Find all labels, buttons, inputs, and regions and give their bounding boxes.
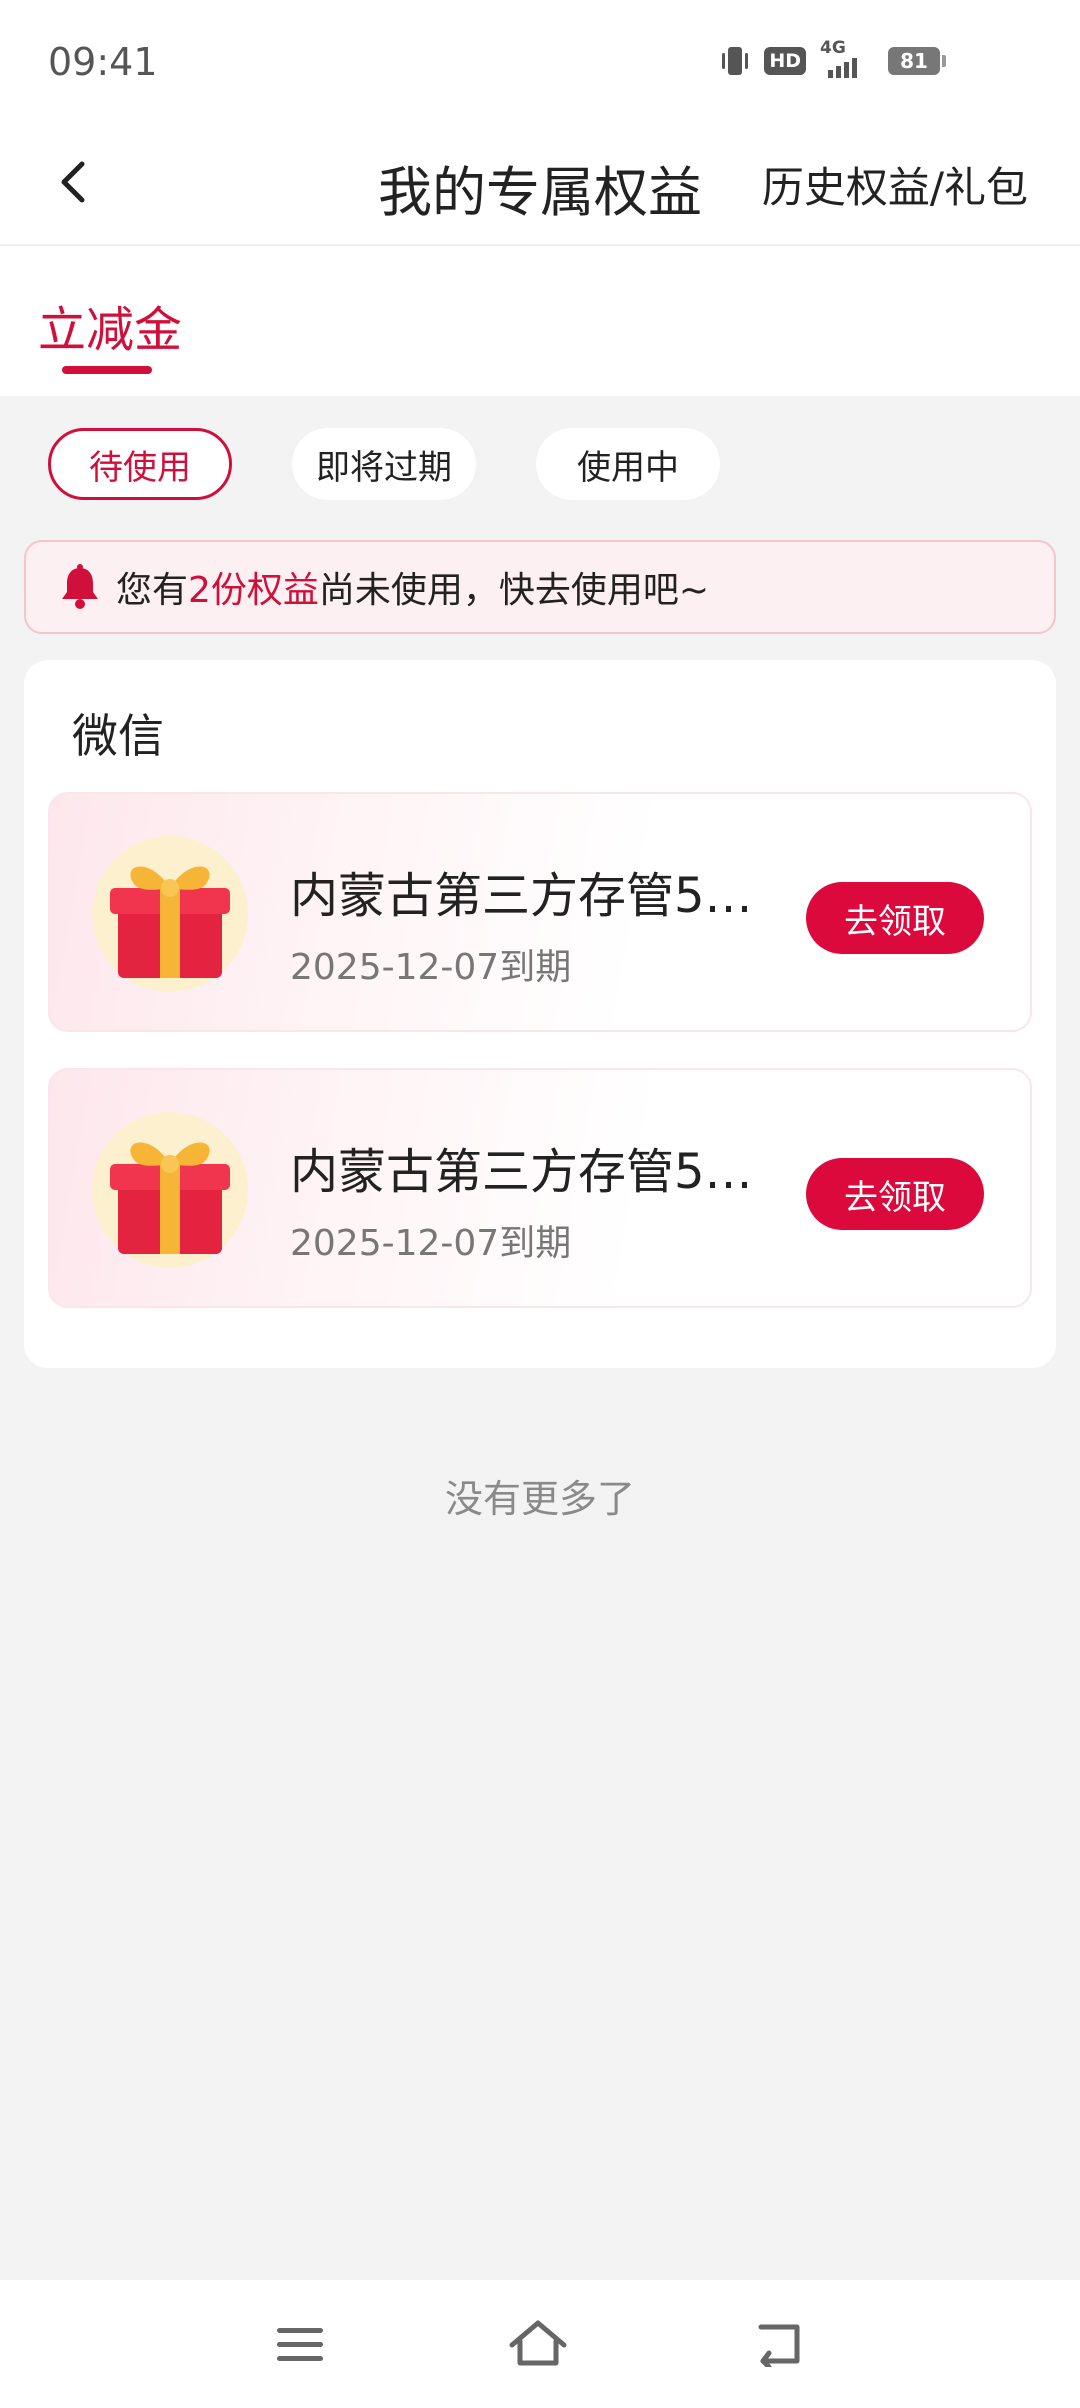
gift-icon [90,834,250,994]
filter-expiring-soon[interactable]: 即将过期 [292,428,476,500]
hd-badge: HD [764,47,806,75]
tabs-bar: 立减金 [0,246,1080,396]
reward-expiry: 2025-12-07到期 [290,947,572,988]
section-title: 微信 [72,709,164,763]
notice-banner: 您有 2份权益 尚未使用，快去使用吧~ [24,540,1056,634]
history-benefits-link[interactable]: 历史权益/礼包 [762,154,1028,215]
status-icons: HD 4G 81 [720,38,946,78]
bell-icon [62,564,98,609]
header: 我的专属权益 历史权益/礼包 [0,120,1080,246]
no-more-text: 没有更多了 [444,1477,635,1521]
status-bar: 09:41 HD 4G 81 [0,0,1080,120]
claim-button[interactable]: 去领取 [806,882,984,954]
notice-count: 2份权益 [188,570,319,611]
status-time: 09:41 [48,40,158,84]
network-type: 4G [820,38,846,58]
benefits-card: 微信 内蒙古第三方存管5… 2025-12-07到期 去领取 内蒙古第三方存管5… [24,660,1056,1368]
tab-indicator [62,366,152,374]
signal-icon: 4G [820,38,874,78]
list-item: 内蒙古第三方存管5… 2025-12-07到期 去领取 [48,1068,1032,1308]
return-icon [758,2324,800,2367]
home-icon [509,2320,567,2366]
notice-prefix: 您有 [116,570,189,611]
nav-back-button[interactable] [750,2314,810,2374]
filter-to-use[interactable]: 待使用 [48,428,232,500]
filter-in-use[interactable]: 使用中 [536,428,720,500]
reward-name: 内蒙古第三方存管5… [290,1144,753,1200]
reward-name: 内蒙古第三方存管5… [290,868,753,924]
tab-discount-credit[interactable]: 立减金 [38,290,182,360]
list-item: 内蒙古第三方存管5… 2025-12-07到期 去领取 [48,792,1032,1032]
reward-expiry: 2025-12-07到期 [290,1223,572,1264]
home-button[interactable] [508,2314,568,2374]
menu-button[interactable] [270,2314,330,2374]
claim-button[interactable]: 去领取 [806,1158,984,1230]
battery-icon: 81 [888,47,946,75]
menu-icon [277,2328,323,2361]
gift-icon [90,1110,250,1270]
system-nav-bar [0,2280,1080,2408]
vibrate-icon [722,47,749,75]
filter-chips: 待使用 即将过期 使用中 [48,428,720,500]
notice-suffix: 尚未使用，快去使用吧~ [318,570,710,611]
